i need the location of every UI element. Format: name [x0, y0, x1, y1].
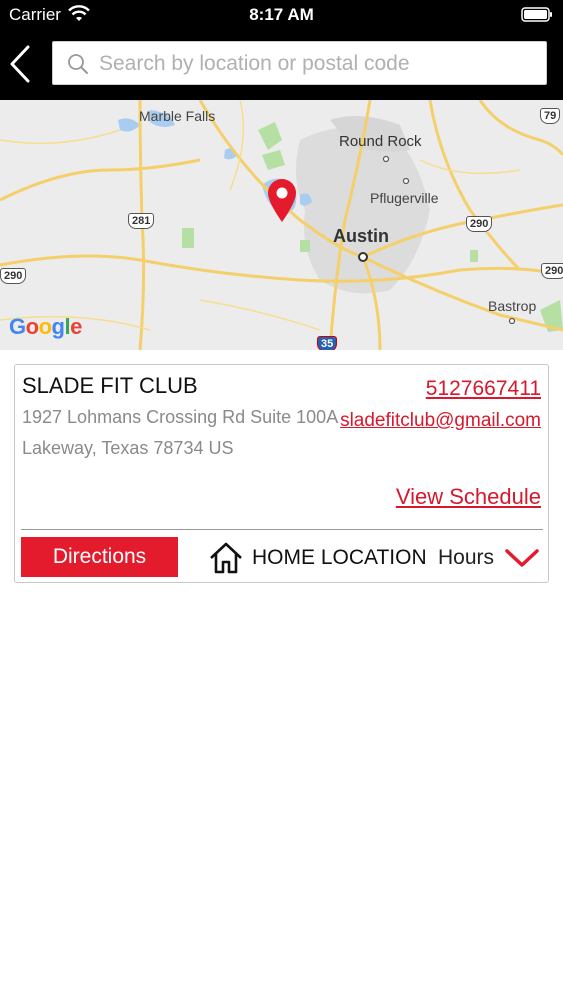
map-pin-icon[interactable] [268, 179, 296, 222]
email-link[interactable]: sladefitclub@gmail.com [340, 410, 541, 432]
chevron-down-icon[interactable] [504, 547, 540, 569]
highway-shield-281: 281 [128, 213, 155, 229]
location-card: SLADE FIT CLUB 1927 Lohmans Crossing Rd … [14, 364, 549, 583]
highway-shield-290-left: 290 [0, 268, 27, 284]
highway-shield-35: 35 [317, 336, 338, 350]
header-bar [0, 30, 563, 100]
google-logo-letter: G [9, 314, 26, 339]
map-label-round-rock: Round Rock [339, 133, 422, 150]
home-location-label[interactable]: HOME LOCATION [252, 546, 427, 570]
location-name: SLADE FIT CLUB [22, 373, 198, 398]
map-label-bastrop: Bastrop [488, 298, 537, 314]
search-input[interactable] [97, 42, 541, 86]
hours-label[interactable]: Hours [438, 546, 494, 570]
map-label-marble-falls: Marble Falls [139, 108, 216, 124]
highway-shield-290-edge: 290 [541, 263, 563, 279]
map-label-pflugerville: Pflugerville [370, 190, 439, 206]
search-box[interactable] [52, 41, 547, 86]
search-icon [68, 54, 88, 74]
back-arrow-icon[interactable] [6, 44, 36, 84]
highway-shield-290-right: 290 [466, 216, 493, 232]
card-divider [21, 529, 543, 530]
google-logo-letter: g [51, 314, 65, 339]
battery-icon [521, 7, 552, 22]
map-view[interactable]: Marble Falls Round Rock Pflugerville Aus… [0, 100, 563, 350]
highway-shield-79: 79 [540, 108, 561, 124]
phone-link[interactable]: 5127667411 [426, 377, 541, 401]
google-logo: Google [9, 314, 82, 340]
google-logo-letter: o [25, 314, 39, 339]
google-logo-letter: o [38, 314, 52, 339]
address-line-2: Lakeway, Texas 78734 US [22, 438, 234, 458]
status-bar: Carrier 8:17 AM [0, 0, 563, 30]
view-schedule-link[interactable]: View Schedule [396, 484, 541, 510]
home-icon[interactable] [209, 542, 243, 574]
google-logo-letter: e [70, 314, 82, 339]
map-label-austin: Austin [333, 226, 389, 246]
status-time: 8:17 AM [249, 5, 314, 24]
address-line-1: 1927 Lohmans Crossing Rd Suite 100A [22, 407, 339, 427]
directions-button[interactable]: Directions [21, 537, 178, 577]
